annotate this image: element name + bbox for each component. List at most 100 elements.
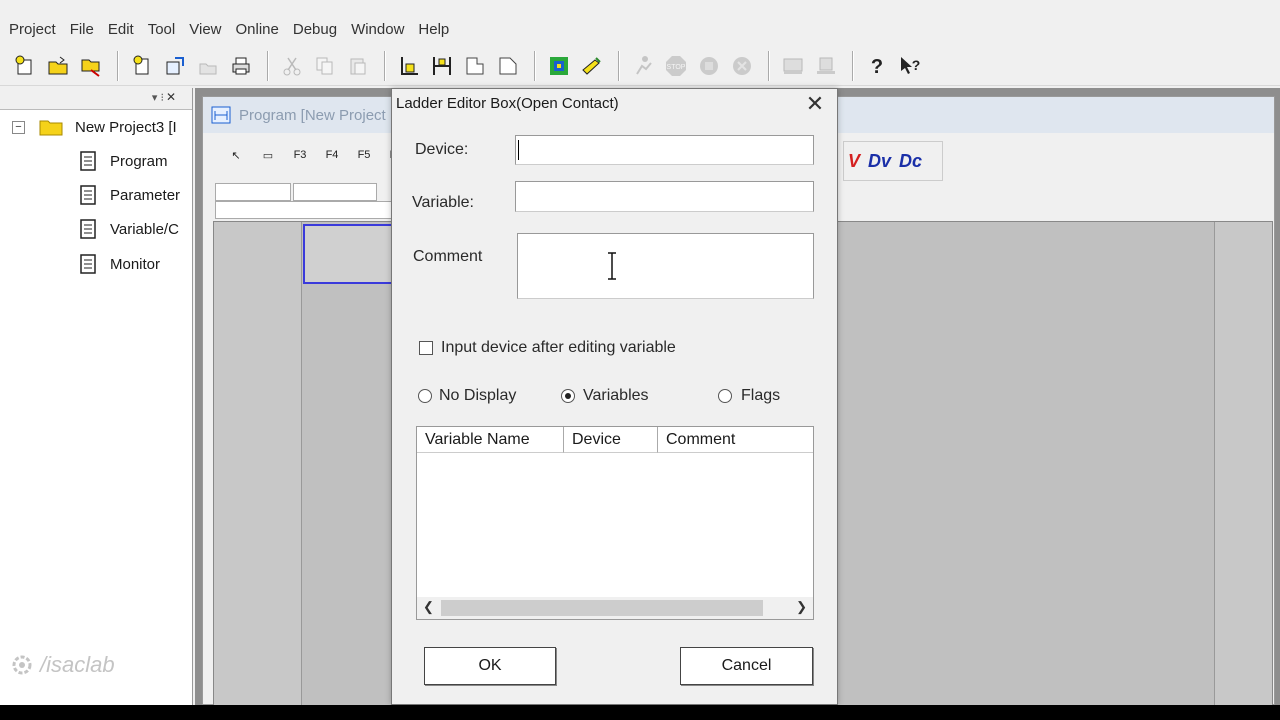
document-icon: [80, 254, 96, 274]
new-project-icon[interactable]: [10, 51, 40, 81]
box-tool[interactable]: ▭: [253, 142, 283, 168]
pause-icon[interactable]: [694, 51, 724, 81]
tree-item-parameter[interactable]: Parameter: [80, 185, 180, 205]
radio-variables[interactable]: [561, 389, 575, 403]
ladder-window-icon: [211, 106, 231, 124]
tree-root-label: New Project3 [I: [75, 118, 177, 136]
paste-icon[interactable]: [343, 51, 373, 81]
close-icon[interactable]: ✕: [166, 90, 176, 104]
menu-help[interactable]: Help: [411, 21, 456, 38]
program-fields: [215, 183, 415, 219]
column-header-variable-name[interactable]: Variable Name: [417, 427, 564, 453]
column-header-device[interactable]: Device: [564, 427, 658, 453]
menu-window[interactable]: Window: [344, 21, 411, 38]
ok-button[interactable]: OK: [424, 647, 556, 685]
tree-root[interactable]: − New Project3 [I: [12, 118, 177, 136]
variable-input[interactable]: [515, 181, 814, 212]
program-field[interactable]: [215, 183, 291, 201]
scroll-thumb[interactable]: [441, 600, 763, 616]
context-help-icon[interactable]: ?: [895, 51, 925, 81]
svg-text:?: ?: [871, 56, 883, 78]
menu-online[interactable]: Online: [229, 21, 286, 38]
compile-icon[interactable]: [544, 51, 574, 81]
scroll-left-icon[interactable]: ❮: [423, 599, 434, 615]
variable-display-button[interactable]: V: [848, 151, 860, 172]
device-display-toolbar: V Dv Dc: [843, 141, 943, 181]
tree-item-variable[interactable]: Variable/C: [80, 219, 179, 239]
tree-panel-header: ▾ ⁝ ✕: [0, 88, 192, 110]
run-icon[interactable]: [628, 51, 658, 81]
menu-edit[interactable]: Edit: [101, 21, 141, 38]
toolbar-separator: [534, 50, 536, 81]
device-comment-button[interactable]: Dc: [899, 151, 922, 172]
tree-item-label: Program: [110, 152, 168, 170]
print-icon[interactable]: [226, 51, 256, 81]
radio-no-display-label: No Display: [439, 387, 517, 404]
comment-input[interactable]: [517, 233, 814, 299]
step-icon[interactable]: [493, 51, 523, 81]
open-file-icon[interactable]: [160, 51, 190, 81]
horizontal-scrollbar[interactable]: ❮ ❯: [417, 597, 813, 619]
menu-project[interactable]: Project: [2, 21, 63, 38]
document-icon: [80, 219, 96, 239]
pin-icon[interactable]: ▾ ⁝: [152, 91, 164, 104]
select-tool[interactable]: ↖: [221, 142, 251, 168]
input-device-checkbox-label: Input device after editing variable: [441, 339, 676, 356]
radio-no-display[interactable]: [418, 389, 432, 403]
help-icon[interactable]: ?: [862, 51, 892, 81]
document-icon: [80, 185, 96, 205]
collapse-icon[interactable]: −: [12, 120, 25, 134]
menu-debug[interactable]: Debug: [286, 21, 344, 38]
variable-label: Variable:: [412, 194, 474, 211]
program-field[interactable]: [215, 201, 395, 219]
toolbar-separator: [768, 50, 770, 81]
menu-view[interactable]: View: [182, 21, 228, 38]
device-variable-button[interactable]: Dv: [868, 151, 891, 172]
offline-icon[interactable]: [811, 51, 841, 81]
variable-table[interactable]: Variable Name Device Comment ❮ ❯: [416, 426, 814, 620]
line-f5-tool[interactable]: F5: [349, 142, 379, 168]
online-icon[interactable]: [778, 51, 808, 81]
menu-file[interactable]: File: [63, 21, 101, 38]
ladder-icon[interactable]: [394, 51, 424, 81]
toolbar-separator: [618, 50, 620, 81]
new-file-icon[interactable]: [127, 51, 157, 81]
write-plc-icon[interactable]: [577, 51, 607, 81]
close-project-icon[interactable]: [76, 51, 106, 81]
text-cursor-icon: [608, 252, 616, 280]
save-icon[interactable]: [193, 51, 223, 81]
menu-tool[interactable]: Tool: [141, 21, 183, 38]
close-icon[interactable]: ✕: [803, 91, 827, 117]
radio-flags[interactable]: [718, 389, 732, 403]
ladder-editor-dialog: Ladder Editor Box(Open Contact) ✕ Device…: [391, 88, 838, 705]
copy-icon[interactable]: [310, 51, 340, 81]
contact-f4-tool[interactable]: F4: [317, 142, 347, 168]
stop-icon[interactable]: STOP: [661, 51, 691, 81]
open-project-icon[interactable]: [43, 51, 73, 81]
column-header-comment[interactable]: Comment: [658, 427, 813, 453]
project-tree-panel: ▾ ⁝ ✕ − New Project3 [I Program Paramete…: [0, 88, 193, 705]
monitor-icon[interactable]: [727, 51, 757, 81]
comment-label: Comment: [413, 248, 483, 265]
flowchart-icon[interactable]: [460, 51, 490, 81]
ladder-view-icon[interactable]: [427, 51, 457, 81]
contact-f3-tool[interactable]: F3: [285, 142, 315, 168]
scroll-right-icon[interactable]: ❯: [796, 599, 807, 615]
device-label: Device:: [415, 141, 469, 158]
device-input[interactable]: [515, 135, 814, 165]
program-window-title: Program [New Project: [239, 106, 386, 124]
cut-icon[interactable]: [277, 51, 307, 81]
dialog-title: Ladder Editor Box(Open Contact): [396, 95, 619, 112]
gear-icon: [12, 655, 32, 675]
cancel-button[interactable]: Cancel: [680, 647, 813, 685]
app-window: Project File Edit Tool View Online Debug…: [0, 0, 1280, 705]
folder-icon: [39, 120, 63, 136]
input-device-checkbox[interactable]: [419, 341, 433, 355]
tree-item-monitor[interactable]: Monitor: [80, 254, 160, 274]
document-icon: [80, 151, 96, 171]
tree-item-program[interactable]: Program: [80, 151, 168, 171]
menu-bar: Project File Edit Tool View Online Debug…: [0, 14, 1280, 44]
program-field[interactable]: [293, 183, 377, 201]
svg-text:STOP: STOP: [667, 64, 686, 71]
text-caret: [518, 140, 519, 160]
